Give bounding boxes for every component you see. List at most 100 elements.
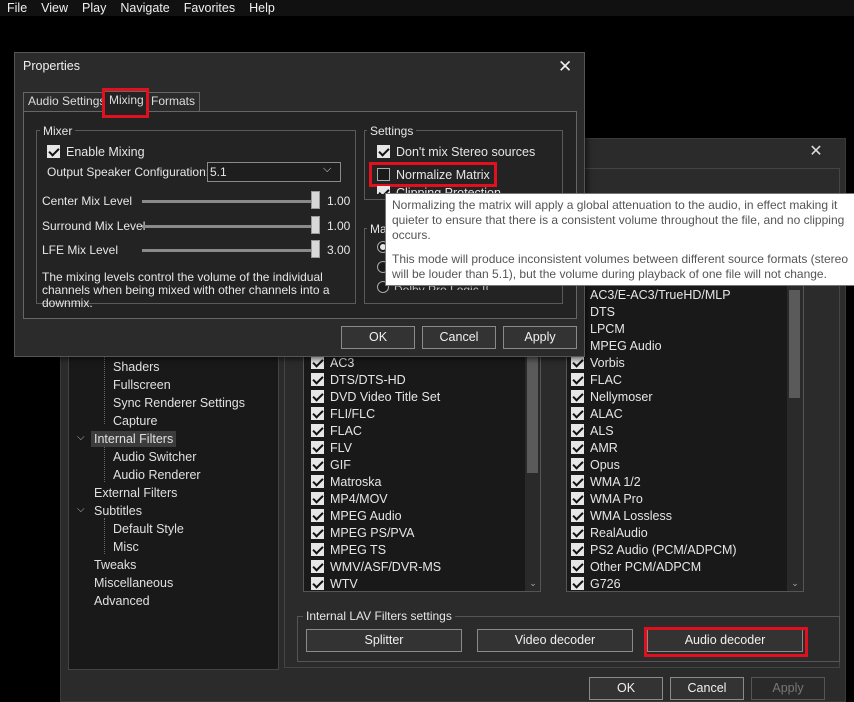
checkbox-icon[interactable] xyxy=(311,390,324,403)
checkbox-icon[interactable] xyxy=(311,543,324,556)
list-item[interactable]: GIF xyxy=(311,456,351,473)
checkbox-icon[interactable] xyxy=(311,526,324,539)
tree-item[interactable]: Fullscreen xyxy=(113,377,171,393)
tree-item[interactable]: Audio Switcher xyxy=(113,449,196,465)
checkbox-icon[interactable] xyxy=(311,424,324,437)
list-item[interactable]: AC3/E-AC3/TrueHD/MLP xyxy=(571,286,731,303)
decoder-list-scroll-thumb[interactable] xyxy=(789,290,800,398)
source-list-scroll-thumb[interactable] xyxy=(527,353,538,473)
options-cancel-button[interactable]: Cancel xyxy=(670,677,744,700)
center-mix-slider-thumb[interactable] xyxy=(311,191,320,209)
checkbox-icon[interactable] xyxy=(311,441,324,454)
tree-item[interactable]: Subtitles xyxy=(94,503,142,519)
list-item[interactable]: Other PCM/ADPCM xyxy=(571,558,701,575)
tree-item[interactable]: Misc xyxy=(113,539,139,555)
list-item[interactable]: PS2 Audio (PCM/ADPCM) xyxy=(571,541,737,558)
chevron-down-icon[interactable]: ⌵ xyxy=(323,163,331,176)
checkbox-icon[interactable] xyxy=(571,509,584,522)
checkbox-icon[interactable] xyxy=(571,560,584,573)
menu-play[interactable]: Play xyxy=(75,0,113,16)
tree-item[interactable]: Sync Renderer Settings xyxy=(113,395,245,411)
center-mix-slider-track[interactable] xyxy=(142,200,320,203)
surround-mix-slider-thumb[interactable] xyxy=(311,216,320,234)
checkbox-icon[interactable] xyxy=(311,577,324,590)
tree-item[interactable]: Capture xyxy=(113,413,157,429)
options-apply-button[interactable]: Apply xyxy=(751,677,825,700)
checkbox-icon[interactable] xyxy=(571,373,584,386)
checkbox-icon[interactable] xyxy=(571,475,584,488)
lfe-mix-slider-track[interactable] xyxy=(142,249,320,252)
list-item[interactable]: G726 xyxy=(571,575,621,592)
checkbox-icon[interactable] xyxy=(311,356,324,369)
dont-mix-stereo-checkbox[interactable]: Don't mix Stereo sources xyxy=(377,143,535,160)
list-item[interactable]: DTS/DTS-HD xyxy=(311,371,406,388)
properties-ok-button[interactable]: OK xyxy=(341,326,415,349)
tree-item[interactable]: Internal Filters xyxy=(91,431,177,447)
tree-item[interactable]: Advanced xyxy=(94,593,150,609)
checkbox-icon[interactable] xyxy=(571,458,584,471)
menu-file[interactable]: File xyxy=(0,0,34,16)
tree-item[interactable]: Audio Renderer xyxy=(113,467,201,483)
tree-item[interactable]: External Filters xyxy=(94,485,177,501)
list-item[interactable]: FLI/FLC xyxy=(311,405,375,422)
menu-navigate[interactable]: Navigate xyxy=(113,0,176,16)
list-item[interactable]: WTV xyxy=(311,575,358,592)
enable-mixing-checkbox[interactable]: Enable Mixing xyxy=(47,143,145,160)
menu-view[interactable]: View xyxy=(34,0,75,16)
checkbox-icon[interactable] xyxy=(571,577,584,590)
tab-audio-settings[interactable]: Audio Settings xyxy=(23,92,111,111)
checkbox-icon[interactable] xyxy=(311,509,324,522)
tree-item[interactable]: Miscellaneous xyxy=(94,575,173,591)
list-item[interactable]: Nellymoser xyxy=(571,388,653,405)
list-item[interactable]: FLV xyxy=(311,439,352,456)
list-item[interactable]: FLAC xyxy=(571,371,622,388)
checkbox-icon[interactable] xyxy=(311,492,324,505)
list-item[interactable]: MPEG Audio xyxy=(311,507,402,524)
checkbox-icon[interactable] xyxy=(571,543,584,556)
checkbox-icon[interactable] xyxy=(311,407,324,420)
list-item[interactable]: FLAC xyxy=(311,422,362,439)
checkbox-icon[interactable] xyxy=(571,407,584,420)
list-item[interactable]: ALS xyxy=(571,422,614,439)
checkbox-icon[interactable] xyxy=(47,145,60,158)
checkbox-icon[interactable] xyxy=(571,492,584,505)
list-item[interactable]: MPEG TS xyxy=(311,541,386,558)
tree-item[interactable]: Tweaks xyxy=(94,557,136,573)
checkbox-icon[interactable] xyxy=(311,458,324,471)
lfe-mix-slider-thumb[interactable] xyxy=(311,240,320,258)
properties-apply-button[interactable]: Apply xyxy=(503,326,577,349)
list-item[interactable]: Opus xyxy=(571,456,620,473)
checkbox-icon[interactable] xyxy=(571,356,584,369)
list-item[interactable]: WMA 1/2 xyxy=(571,473,641,490)
menu-help[interactable]: Help xyxy=(242,0,282,16)
list-item[interactable]: Matroska xyxy=(311,473,381,490)
list-item[interactable]: AMR xyxy=(571,439,618,456)
properties-cancel-button[interactable]: Cancel xyxy=(422,326,496,349)
output-config-select[interactable] xyxy=(207,162,341,182)
properties-close-icon[interactable]: ✕ xyxy=(558,57,572,77)
checkbox-icon[interactable] xyxy=(377,145,390,158)
tree-item[interactable]: Shaders xyxy=(113,359,160,375)
checkbox-icon[interactable] xyxy=(311,560,324,573)
scroll-down-icon[interactable]: ⌄ xyxy=(526,578,540,589)
checkbox-icon[interactable] xyxy=(311,475,324,488)
surround-mix-slider-track[interactable] xyxy=(142,225,320,228)
checkbox-icon[interactable] xyxy=(311,373,324,386)
checkbox-icon[interactable] xyxy=(571,424,584,437)
chevron-down-icon[interactable]: ⌵ xyxy=(77,432,85,443)
tab-formats[interactable]: Formats xyxy=(146,92,201,111)
list-item[interactable]: RealAudio xyxy=(571,524,648,541)
scroll-down-icon[interactable]: ⌄ xyxy=(788,578,802,589)
options-ok-button[interactable]: OK xyxy=(589,677,663,700)
checkbox-icon[interactable] xyxy=(571,390,584,403)
list-item[interactable]: WMA Pro xyxy=(571,490,643,507)
checkbox-icon[interactable] xyxy=(571,441,584,454)
list-item[interactable]: WMV/ASF/DVR-MS xyxy=(311,558,441,575)
options-close-icon[interactable]: ✕ xyxy=(805,142,827,162)
checkbox-icon[interactable] xyxy=(571,526,584,539)
list-item[interactable]: WMA Lossless xyxy=(571,507,672,524)
video-decoder-button[interactable]: Video decoder xyxy=(477,629,633,652)
list-item[interactable]: MP4/MOV xyxy=(311,490,388,507)
list-item[interactable]: ALAC xyxy=(571,405,623,422)
menu-favorites[interactable]: Favorites xyxy=(177,0,242,16)
